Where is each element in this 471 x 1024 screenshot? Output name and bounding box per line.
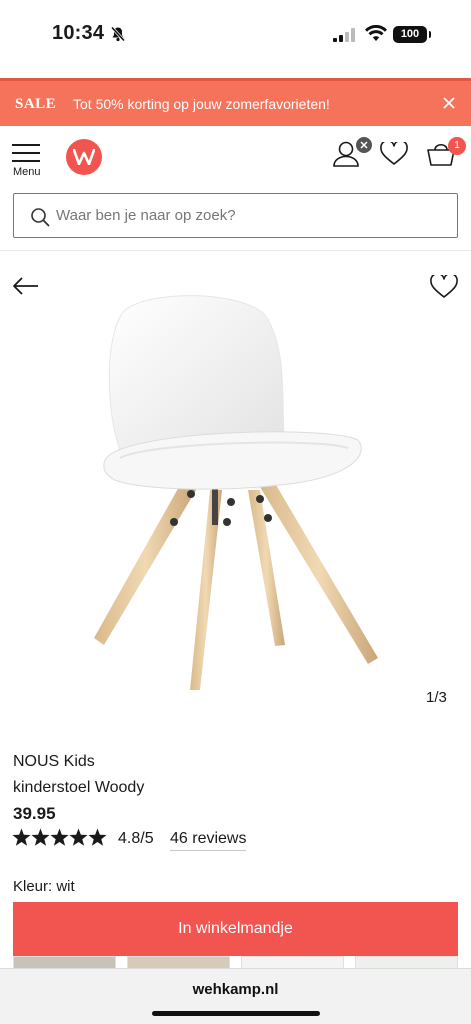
status-bar: 10:34 100 xyxy=(0,0,471,76)
search-input[interactable] xyxy=(56,194,446,237)
hamburger-icon xyxy=(12,144,44,162)
bell-muted-icon xyxy=(110,26,126,47)
site-header: Menu xyxy=(0,126,471,188)
cart-count-badge: 1 xyxy=(448,137,466,155)
favorite-heart-icon[interactable] xyxy=(430,272,458,304)
back-arrow-icon[interactable] xyxy=(12,276,40,301)
sale-banner[interactable]: SALE Tot 50% korting op jouw zomerfavori… xyxy=(0,78,471,126)
star-icon xyxy=(88,828,107,846)
wifi-icon xyxy=(365,24,387,47)
close-icon[interactable] xyxy=(440,94,458,112)
home-indicator xyxy=(152,1011,320,1016)
product-price: 39.95 xyxy=(13,804,56,823)
star-icon xyxy=(50,828,69,846)
product-name: kinderstoel Woody xyxy=(13,779,145,796)
browser-url-bar[interactable]: wehkamp.nl xyxy=(0,968,471,1024)
sale-banner-text[interactable]: Tot 50% korting op jouw zomerfavorieten! xyxy=(73,96,330,112)
search-icon xyxy=(30,207,50,232)
search-bar[interactable] xyxy=(13,193,458,238)
rating-score: 4.8/5 xyxy=(118,830,154,847)
image-counter: 1/3 xyxy=(426,689,447,706)
reviews-link[interactable]: 46 reviews xyxy=(170,830,247,851)
rating-stars xyxy=(12,828,108,853)
battery-icon: 100 xyxy=(393,26,431,43)
color-label: Kleur: wit xyxy=(13,878,75,895)
star-icon xyxy=(69,828,88,846)
wehkamp-logo[interactable] xyxy=(66,139,102,175)
status-time: 10:34 xyxy=(52,22,105,44)
account-close-badge[interactable] xyxy=(356,137,372,153)
signal-icon xyxy=(333,28,357,47)
sale-tag: SALE xyxy=(15,96,57,112)
url-text[interactable]: wehkamp.nl xyxy=(0,981,471,998)
menu-label[interactable]: Menu xyxy=(13,166,41,178)
heart-icon[interactable] xyxy=(380,139,408,171)
star-icon xyxy=(12,828,31,846)
add-to-cart-button[interactable]: In winkelmandje xyxy=(13,902,458,956)
header-divider xyxy=(0,250,471,251)
star-icon xyxy=(31,828,50,846)
product-brand[interactable]: NOUS Kids xyxy=(13,753,95,771)
product-image[interactable] xyxy=(80,290,390,700)
